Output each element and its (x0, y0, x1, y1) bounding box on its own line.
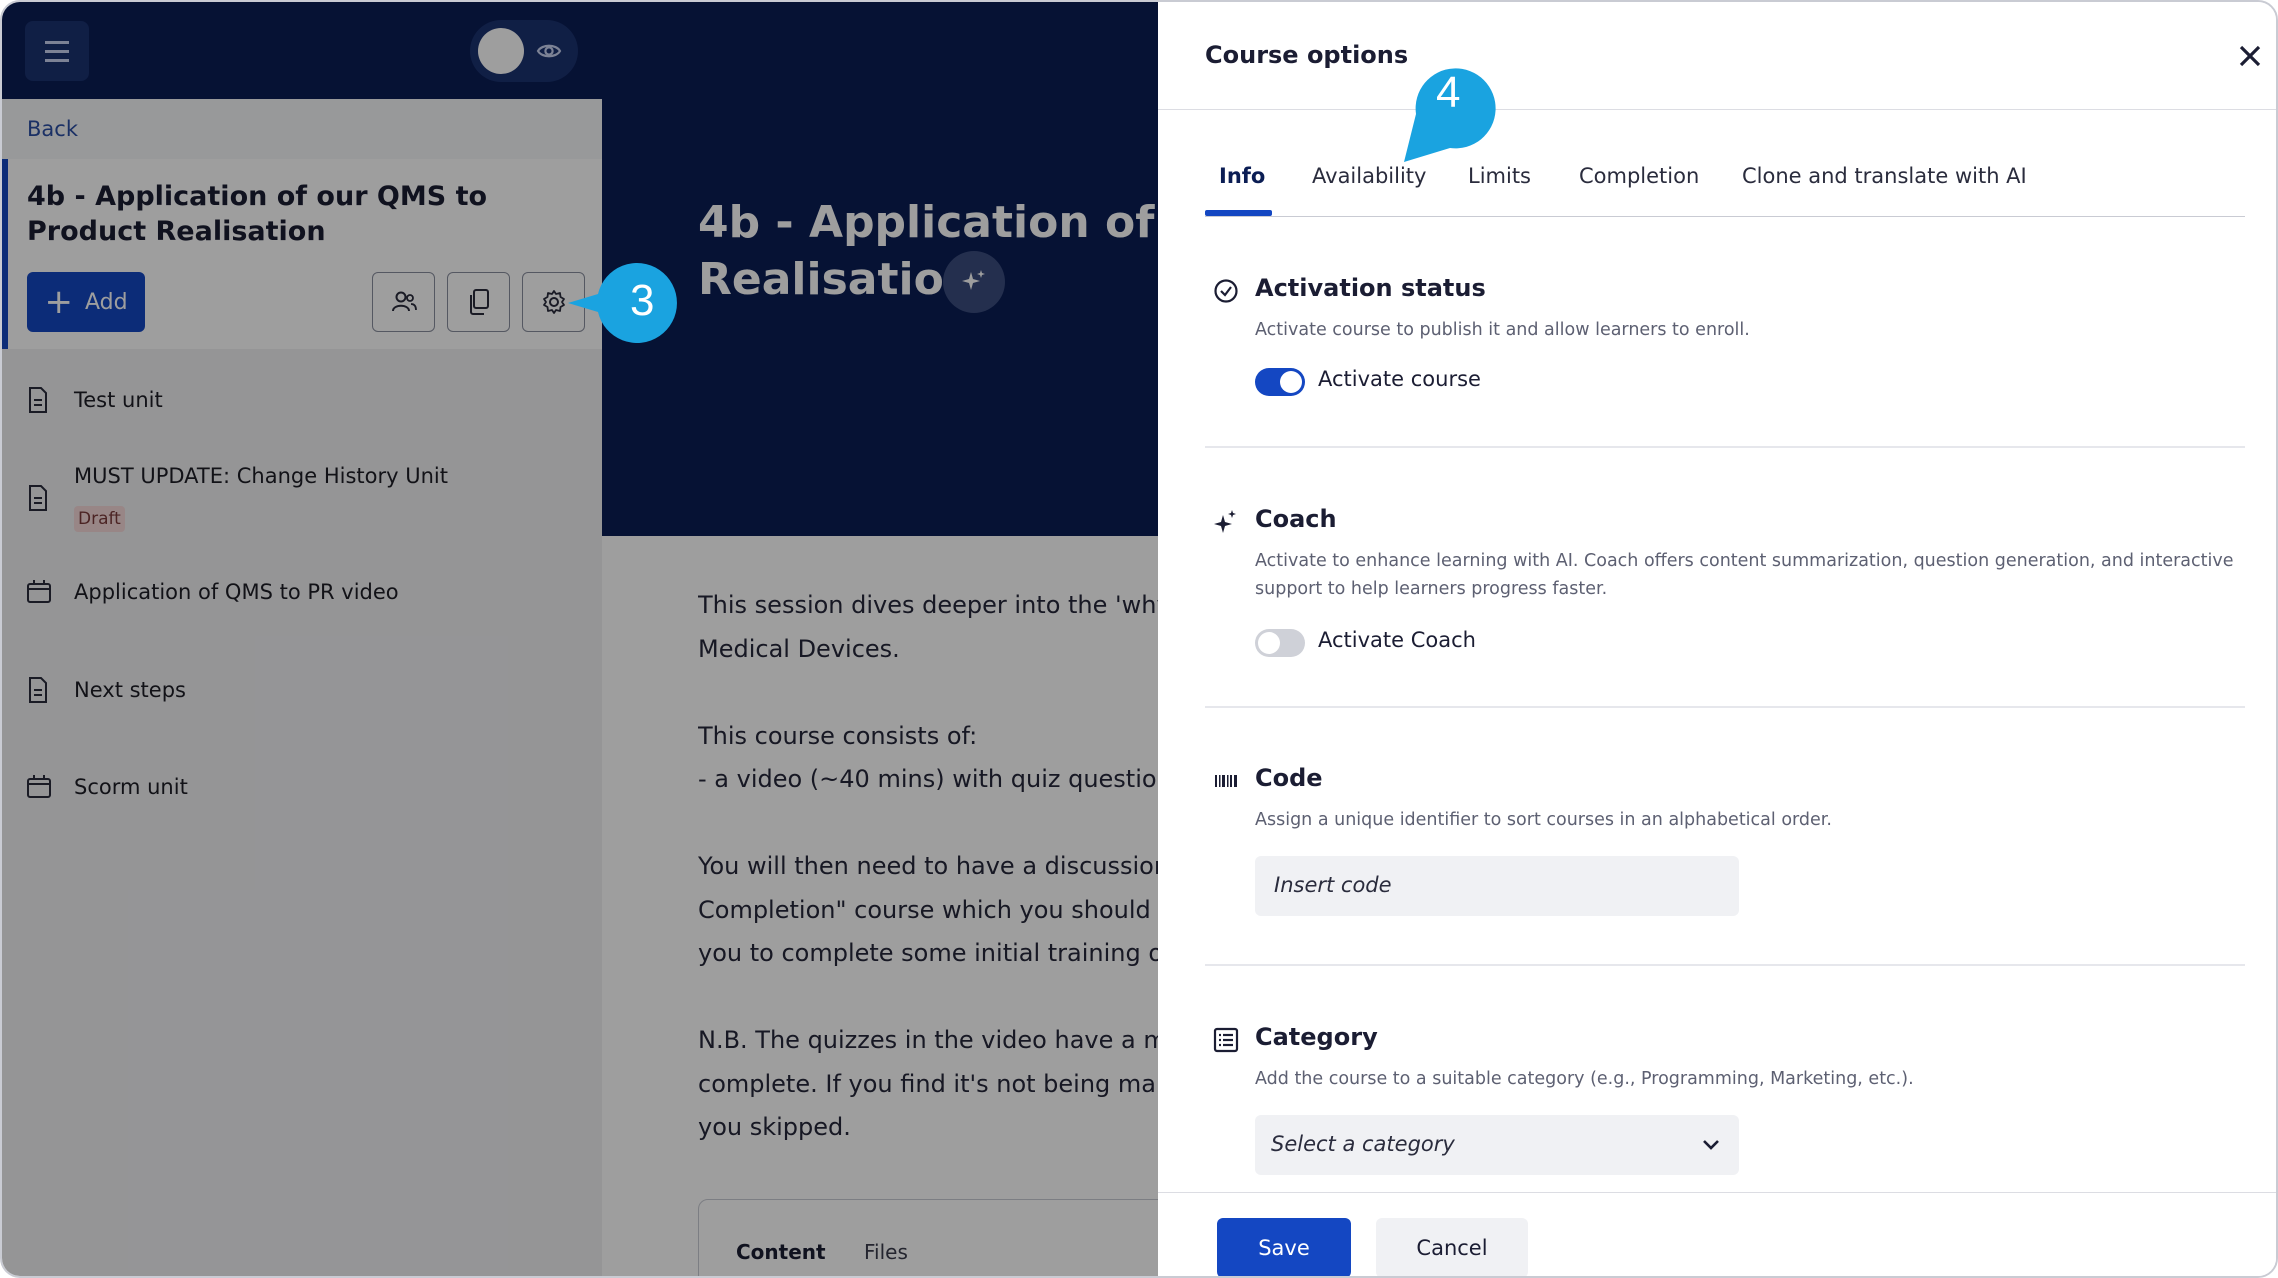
activation-description: Activate course to publish it and allow … (1255, 320, 1750, 340)
category-select[interactable]: Select a category (1255, 1115, 1739, 1175)
callout-3-number: 3 (630, 276, 655, 325)
cancel-button[interactable]: Cancel (1376, 1218, 1528, 1276)
code-description: Assign a unique identifier to sort cours… (1255, 810, 1832, 830)
modal-backdrop[interactable] (2, 2, 1158, 1276)
panel-footer: Save Cancel (1158, 1192, 2276, 1276)
coach-section: Coach Activate to enhance learning with … (1205, 505, 2245, 675)
save-button[interactable]: Save (1217, 1218, 1351, 1276)
tab-clone-translate[interactable]: Clone and translate with AI (1742, 164, 2027, 188)
divider (1205, 446, 2245, 448)
code-input[interactable]: Insert code (1255, 856, 1739, 916)
activate-coach-toggle[interactable] (1255, 629, 1305, 657)
category-section: Category Add the course to a suitable ca… (1205, 1023, 2245, 1183)
divider (1205, 706, 2245, 708)
course-options-panel: Course options Info Availability Limits … (1158, 2, 2276, 1276)
activation-title: Activation status (1255, 274, 1486, 302)
toggle-knob (1280, 371, 1302, 393)
panel-title: Course options (1205, 41, 1409, 69)
tab-availability[interactable]: Availability (1312, 164, 1426, 188)
barcode-icon (1215, 775, 1237, 787)
callout-3-marker (568, 263, 677, 343)
app-window: Back 4b - Application of our QMS to Prod… (0, 0, 2278, 1278)
code-section: Code Assign a unique identifier to sort … (1205, 764, 2245, 924)
toggle-knob (1258, 632, 1280, 654)
list-icon (1213, 1027, 1239, 1053)
panel-header: Course options (1158, 2, 2276, 110)
close-icon[interactable] (2234, 40, 2266, 72)
category-title: Category (1255, 1023, 1378, 1051)
divider (1205, 964, 2245, 966)
activate-coach-label: Activate Coach (1318, 628, 1476, 652)
coach-description: Activate to enhance learning with AI. Co… (1255, 551, 2234, 599)
code-title: Code (1255, 764, 1323, 792)
activate-course-toggle[interactable] (1255, 368, 1305, 396)
tab-info[interactable]: Info (1219, 164, 1265, 188)
check-circle-icon (1214, 279, 1238, 303)
category-selected-value: Select a category (1271, 1132, 1455, 1156)
chevron-down-icon (1703, 1140, 1719, 1150)
callout-4-number: 4 (1436, 68, 1461, 117)
coach-title: Coach (1255, 505, 1337, 533)
activate-course-label: Activate course (1318, 367, 1481, 391)
code-placeholder: Insert code (1274, 873, 1392, 897)
tab-completion[interactable]: Completion (1579, 164, 1699, 188)
activation-section: Activation status Activate course to pub… (1205, 274, 2245, 424)
sparkle-icon (1214, 510, 1236, 533)
category-description: Add the course to a suitable category (e… (1255, 1069, 1914, 1089)
options-tabs: Info Availability Limits Completion Clon… (1205, 152, 2245, 217)
tab-limits[interactable]: Limits (1468, 164, 1531, 188)
active-tab-indicator (1205, 210, 1272, 216)
